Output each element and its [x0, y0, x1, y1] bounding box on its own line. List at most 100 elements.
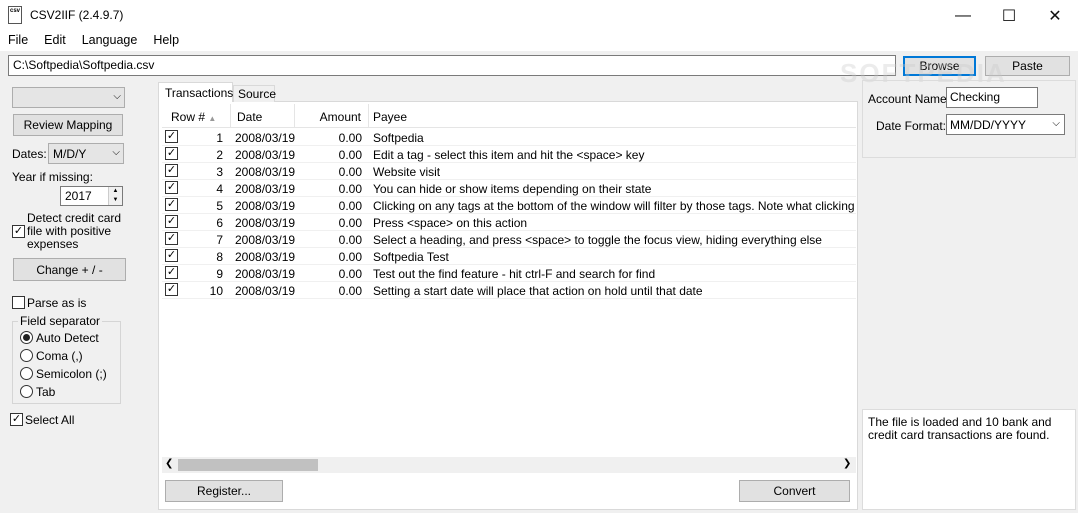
row-checkbox[interactable]: ✓ — [165, 130, 178, 143]
separator-label: Semicolon (;) — [36, 367, 107, 381]
row-payee: Website visit — [373, 165, 441, 179]
change-sign-button[interactable]: Change + / - — [13, 258, 126, 281]
table-row[interactable]: ✓ 10 2008/03/19 0.00 Setting a start date wi… — [162, 282, 856, 299]
row-number: 6 — [216, 216, 223, 230]
detect-credit-card-label: Detect credit card file with positive ex… — [27, 211, 122, 251]
row-checkbox[interactable]: ✓ — [165, 266, 178, 279]
table-row[interactable]: ✓ 5 2008/03/19 0.00 Clicking on any tags at … — [162, 197, 856, 214]
detect-credit-card-checkbox[interactable]: ✓ — [12, 225, 25, 238]
account-name-input[interactable]: Checking — [946, 87, 1038, 108]
file-path-input[interactable]: C:\Softpedia\Softpedia.csv — [8, 55, 896, 76]
row-amount: 0.00 — [338, 199, 362, 213]
tab-transactions[interactable]: Transactions — [158, 82, 233, 102]
scroll-left-icon[interactable]: ❮ — [165, 458, 173, 469]
date-format-label: Date Format: — [876, 119, 947, 133]
row-checkbox[interactable]: ✓ — [165, 232, 178, 245]
row-amount: 0.00 — [338, 216, 362, 230]
menu-edit[interactable]: Edit — [36, 31, 74, 51]
column-row-number-label: Row # — [171, 110, 206, 124]
account-name-label: Account Name: — [868, 92, 951, 106]
row-checkbox[interactable]: ✓ — [165, 249, 178, 262]
table-row[interactable]: ✓ 3 2008/03/19 0.00 Website visit — [162, 163, 856, 180]
row-payee: Clicking on any tags at the bottom of th… — [373, 199, 856, 213]
grid-header: Row # ▲ Date Amount Payee — [162, 104, 856, 128]
row-checkbox[interactable]: ✓ — [165, 198, 178, 211]
menu-file[interactable]: File — [0, 31, 36, 51]
separator-radio[interactable] — [20, 349, 33, 362]
row-payee: Edit a tag - select this item and hit th… — [373, 148, 645, 162]
table-row[interactable]: ✓ 9 2008/03/19 0.00 Test out the find featur… — [162, 265, 856, 282]
scrollbar-thumb[interactable] — [178, 459, 318, 471]
scroll-right-icon[interactable]: ❯ — [843, 458, 851, 469]
column-row-number[interactable]: Row # ▲ — [162, 104, 231, 128]
row-checkbox[interactable]: ✓ — [165, 215, 178, 228]
horizontal-scrollbar[interactable]: ❮ ❯ — [162, 457, 856, 473]
column-date[interactable]: Date — [231, 104, 295, 128]
maximize-button[interactable]: ☐ — [986, 0, 1032, 31]
row-payee: Select a heading, and press <space> to t… — [373, 233, 822, 247]
menu-bar: File Edit Language Help — [0, 31, 1078, 51]
row-amount: 0.00 — [338, 182, 362, 196]
app-icon: csv — [8, 6, 22, 24]
row-amount: 0.00 — [338, 148, 362, 162]
convert-button[interactable]: Convert — [739, 480, 850, 502]
date-format-value: MM/DD/YYYY — [950, 118, 1027, 132]
table-row[interactable]: ✓ 2 2008/03/19 0.00 Edit a tag - select this… — [162, 146, 856, 163]
row-checkbox[interactable]: ✓ — [165, 164, 178, 177]
table-row[interactable]: ✓ 4 2008/03/19 0.00 You can hide or show ite… — [162, 180, 856, 197]
close-button[interactable]: ✕ — [1032, 0, 1078, 31]
minimize-button[interactable]: — — [940, 0, 986, 31]
separator-label: Tab — [36, 385, 56, 399]
spin-arrows-icon[interactable]: ▲ ▼ — [108, 187, 122, 205]
row-amount: 0.00 — [338, 233, 362, 247]
dates-combo[interactable]: M/D/Y ⌵ — [48, 143, 124, 164]
row-checkbox[interactable]: ✓ — [165, 283, 178, 296]
separator-radio[interactable] — [20, 331, 33, 344]
row-number: 7 — [216, 233, 223, 247]
row-date: 2008/03/19 — [235, 233, 296, 247]
register-button[interactable]: Register... — [165, 480, 283, 502]
separator-label: Auto Detect — [36, 331, 99, 345]
row-date: 2008/03/19 — [235, 216, 296, 230]
menu-help[interactable]: Help — [145, 31, 187, 51]
row-amount: 0.00 — [338, 284, 362, 298]
separator-radio[interactable] — [20, 385, 33, 398]
row-number: 3 — [216, 165, 223, 179]
row-checkbox[interactable]: ✓ — [165, 181, 178, 194]
row-date: 2008/03/19 — [235, 165, 296, 179]
mapping-combo[interactable]: ⌵ — [12, 87, 125, 108]
row-number: 4 — [216, 182, 223, 196]
row-date: 2008/03/19 — [235, 284, 296, 298]
date-format-combo[interactable]: MM/DD/YYYY ⌵ — [946, 114, 1065, 135]
year-missing-label: Year if missing: — [12, 170, 93, 184]
table-row[interactable]: ✓ 7 2008/03/19 0.00 Select a heading, and pr… — [162, 231, 856, 248]
row-number: 8 — [216, 250, 223, 264]
row-number: 2 — [216, 148, 223, 162]
transactions-grid[interactable]: Row # ▲ Date Amount Payee ✓ 1 2008/03/19 0.… — [162, 104, 856, 456]
row-payee: Softpedia Test — [373, 250, 449, 264]
row-amount: 0.00 — [338, 165, 362, 179]
tab-source[interactable]: Source — [233, 85, 276, 102]
parse-as-is-checkbox[interactable] — [12, 296, 25, 309]
row-payee: Test out the find feature - hit ctrl-F a… — [373, 267, 656, 281]
table-row[interactable]: ✓ 1 2008/03/19 0.00 Softpedia — [162, 129, 856, 146]
chevron-down-icon: ⌵ — [1052, 118, 1060, 129]
separator-radio[interactable] — [20, 367, 33, 380]
row-number: 5 — [216, 199, 223, 213]
row-date: 2008/03/19 — [235, 131, 296, 145]
separator-label: Coma (,) — [36, 349, 83, 363]
year-spinner[interactable]: 2017 ▲ ▼ — [60, 186, 123, 206]
row-checkbox[interactable]: ✓ — [165, 147, 178, 160]
row-payee: Setting a start date will place that act… — [373, 284, 703, 298]
menu-language[interactable]: Language — [74, 31, 146, 51]
review-mapping-button[interactable]: Review Mapping — [13, 114, 123, 136]
dates-label: Dates: — [12, 147, 47, 161]
table-row[interactable]: ✓ 6 2008/03/19 0.00 Press <space> on this ac… — [162, 214, 856, 231]
row-date: 2008/03/19 — [235, 250, 296, 264]
row-number: 1 — [216, 131, 223, 145]
column-amount[interactable]: Amount — [295, 104, 369, 128]
table-row[interactable]: ✓ 8 2008/03/19 0.00 Softpedia Test — [162, 248, 856, 265]
row-payee: Softpedia — [373, 131, 424, 145]
column-payee[interactable]: Payee — [369, 104, 856, 128]
select-all-checkbox[interactable]: ✓ — [10, 413, 23, 426]
